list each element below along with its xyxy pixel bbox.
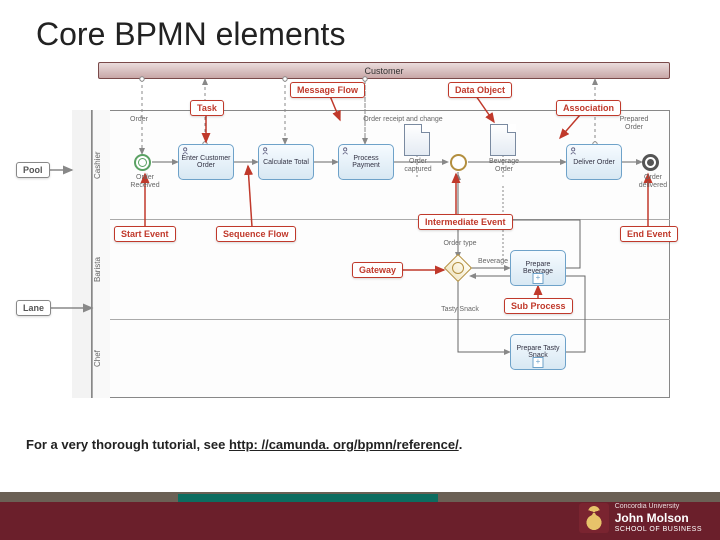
footer-tail: .	[459, 437, 463, 452]
callout-association: Association	[556, 100, 621, 116]
footer-lead: For a very thorough tutorial, see	[26, 437, 229, 452]
label-prepared-order: Prepared Order	[610, 116, 658, 131]
task-enter-order: Enter Customer Order	[178, 144, 234, 180]
logo-university: Concordia University	[615, 503, 702, 511]
task-label: Process Payment	[341, 155, 391, 169]
footer-caption: For a very thorough tutorial, see http: …	[26, 437, 462, 452]
callout-intermediate-event: Intermediate Event	[418, 214, 513, 230]
callout-lane: Lane	[16, 300, 51, 316]
task-process-payment: Process Payment	[338, 144, 394, 180]
data-object-order	[404, 124, 430, 156]
label-order-captured: Order captured	[398, 158, 438, 173]
callout-task: Task	[190, 100, 224, 116]
lane-label: Barista	[92, 220, 110, 320]
task-label: Deliver Order	[573, 159, 615, 166]
footer-bar: Concordia University John Molson SCHOOL …	[0, 476, 720, 540]
task-calculate-total: Calculate Total	[258, 144, 314, 180]
task-label: Prepare Beverage	[513, 261, 563, 275]
label-order-received: Order Received	[126, 174, 164, 189]
label-order-receipt: Order receipt and change	[358, 116, 448, 124]
task-label: Enter Customer Order	[181, 155, 231, 169]
logo-icon	[579, 503, 609, 533]
callout-sequence-flow: Sequence Flow	[216, 226, 296, 242]
data-object-beverage	[490, 124, 516, 156]
lane-label: Chef	[92, 320, 110, 398]
external-participant: Customer	[98, 62, 670, 79]
label-beverage: Beverage	[474, 258, 512, 266]
label-order-delivered: Order delivered	[634, 174, 672, 189]
callout-start-event: Start Event	[114, 226, 176, 242]
subprocess-prepare-snack: Prepare Tasty Snack	[510, 334, 566, 370]
logo-brand: John Molson	[615, 511, 702, 525]
callout-end-event: End Event	[620, 226, 678, 242]
bpmn-diagram: Customer Cashier Barista Chef	[20, 62, 700, 402]
lane-label: Cashier	[92, 110, 110, 220]
callout-gateway: Gateway	[352, 262, 403, 278]
callout-message-flow: Message Flow	[290, 82, 365, 98]
task-label: Calculate Total	[263, 159, 309, 166]
pool-title-strip	[72, 110, 92, 398]
subprocess-prepare-beverage: Prepare Beverage	[510, 250, 566, 286]
tutorial-link[interactable]: http: //camunda. org/bpmn/reference/	[229, 437, 459, 452]
callout-pool: Pool	[16, 162, 50, 178]
callout-sub-process: Sub Process	[504, 298, 573, 314]
callout-data-object: Data Object	[448, 82, 512, 98]
task-label: Prepare Tasty Snack	[513, 345, 563, 359]
lane-chef: Chef	[92, 320, 670, 398]
label-order-type: Order type	[438, 240, 482, 248]
end-event	[642, 154, 659, 171]
label-tasty-snack: Tasty Snack	[438, 306, 482, 314]
task-deliver-order: Deliver Order	[566, 144, 622, 180]
start-event	[134, 154, 151, 171]
logo-school: SCHOOL OF BUSINESS	[615, 526, 702, 534]
slide-title: Core BPMN elements	[36, 16, 345, 53]
logo-text: Concordia University John Molson SCHOOL …	[615, 503, 702, 534]
label-order: Order	[124, 116, 154, 124]
school-logo: Concordia University John Molson SCHOOL …	[579, 503, 702, 534]
label-beverage-order: Beverage Order	[482, 158, 526, 173]
intermediate-event	[450, 154, 467, 171]
